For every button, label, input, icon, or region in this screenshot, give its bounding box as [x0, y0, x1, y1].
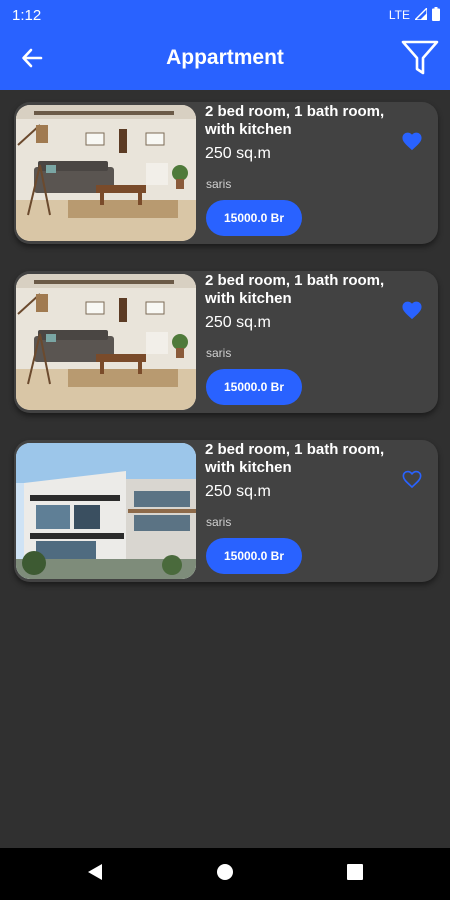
listing-card[interactable]: 2 bed room, 1 bath room, with kitchen 25… [14, 271, 438, 413]
app-bar: Appartment [0, 30, 450, 90]
page-title: Appartment [166, 46, 284, 69]
battery-icon [432, 6, 440, 24]
listing-owner: saris [206, 346, 232, 360]
nav-recents-button[interactable] [345, 863, 365, 885]
listing-title: 2 bed room, 1 bath room, with kitchen [205, 103, 385, 138]
listing-image-living-room [16, 274, 196, 410]
favorite-button[interactable] [398, 299, 426, 325]
listing-title: 2 bed room, 1 bath room, with kitchen [205, 272, 385, 307]
network-label: LTE [388, 8, 410, 22]
filter-icon [401, 39, 439, 82]
heart-outline-icon [401, 469, 423, 494]
status-time: 1:12 [12, 6, 42, 24]
listing-list: 2 bed room, 1 bath room, with kitchen 25… [14, 102, 438, 609]
listing-image-living-room [16, 105, 196, 241]
listing-area: 250 sq.m [205, 145, 271, 162]
recents-square-icon [347, 863, 363, 885]
favorite-button[interactable] [398, 130, 426, 156]
listing-owner: saris [206, 177, 232, 191]
signal-icon [413, 5, 428, 23]
price-button[interactable]: 15000.0 Br [206, 538, 302, 574]
heart-filled-icon [401, 300, 423, 325]
back-triangle-icon [86, 863, 104, 886]
listing-area: 250 sq.m [205, 314, 271, 331]
heart-filled-icon [401, 131, 423, 156]
favorite-button[interactable] [398, 468, 426, 494]
back-button[interactable] [16, 44, 48, 76]
status-icons: LTE [388, 5, 440, 24]
price-button[interactable]: 15000.0 Br [206, 369, 302, 405]
price-button[interactable]: 15000.0 Br [206, 200, 302, 236]
status-bar: 1:12 LTE [0, 0, 450, 30]
listing-title: 2 bed room, 1 bath room, with kitchen [205, 441, 385, 476]
listing-image-building-exterior [16, 443, 196, 579]
listing-card[interactable]: 2 bed room, 1 bath room, with kitchen 25… [14, 440, 438, 582]
arrow-left-icon [21, 47, 43, 74]
system-nav-bar [0, 848, 450, 900]
nav-home-button[interactable] [215, 863, 235, 886]
home-circle-icon [216, 863, 234, 886]
listing-owner: saris [206, 515, 232, 529]
filter-button[interactable] [398, 38, 442, 82]
listing-card[interactable]: 2 bed room, 1 bath room, with kitchen 25… [14, 102, 438, 244]
nav-back-button[interactable] [85, 863, 105, 886]
listing-area: 250 sq.m [205, 483, 271, 500]
